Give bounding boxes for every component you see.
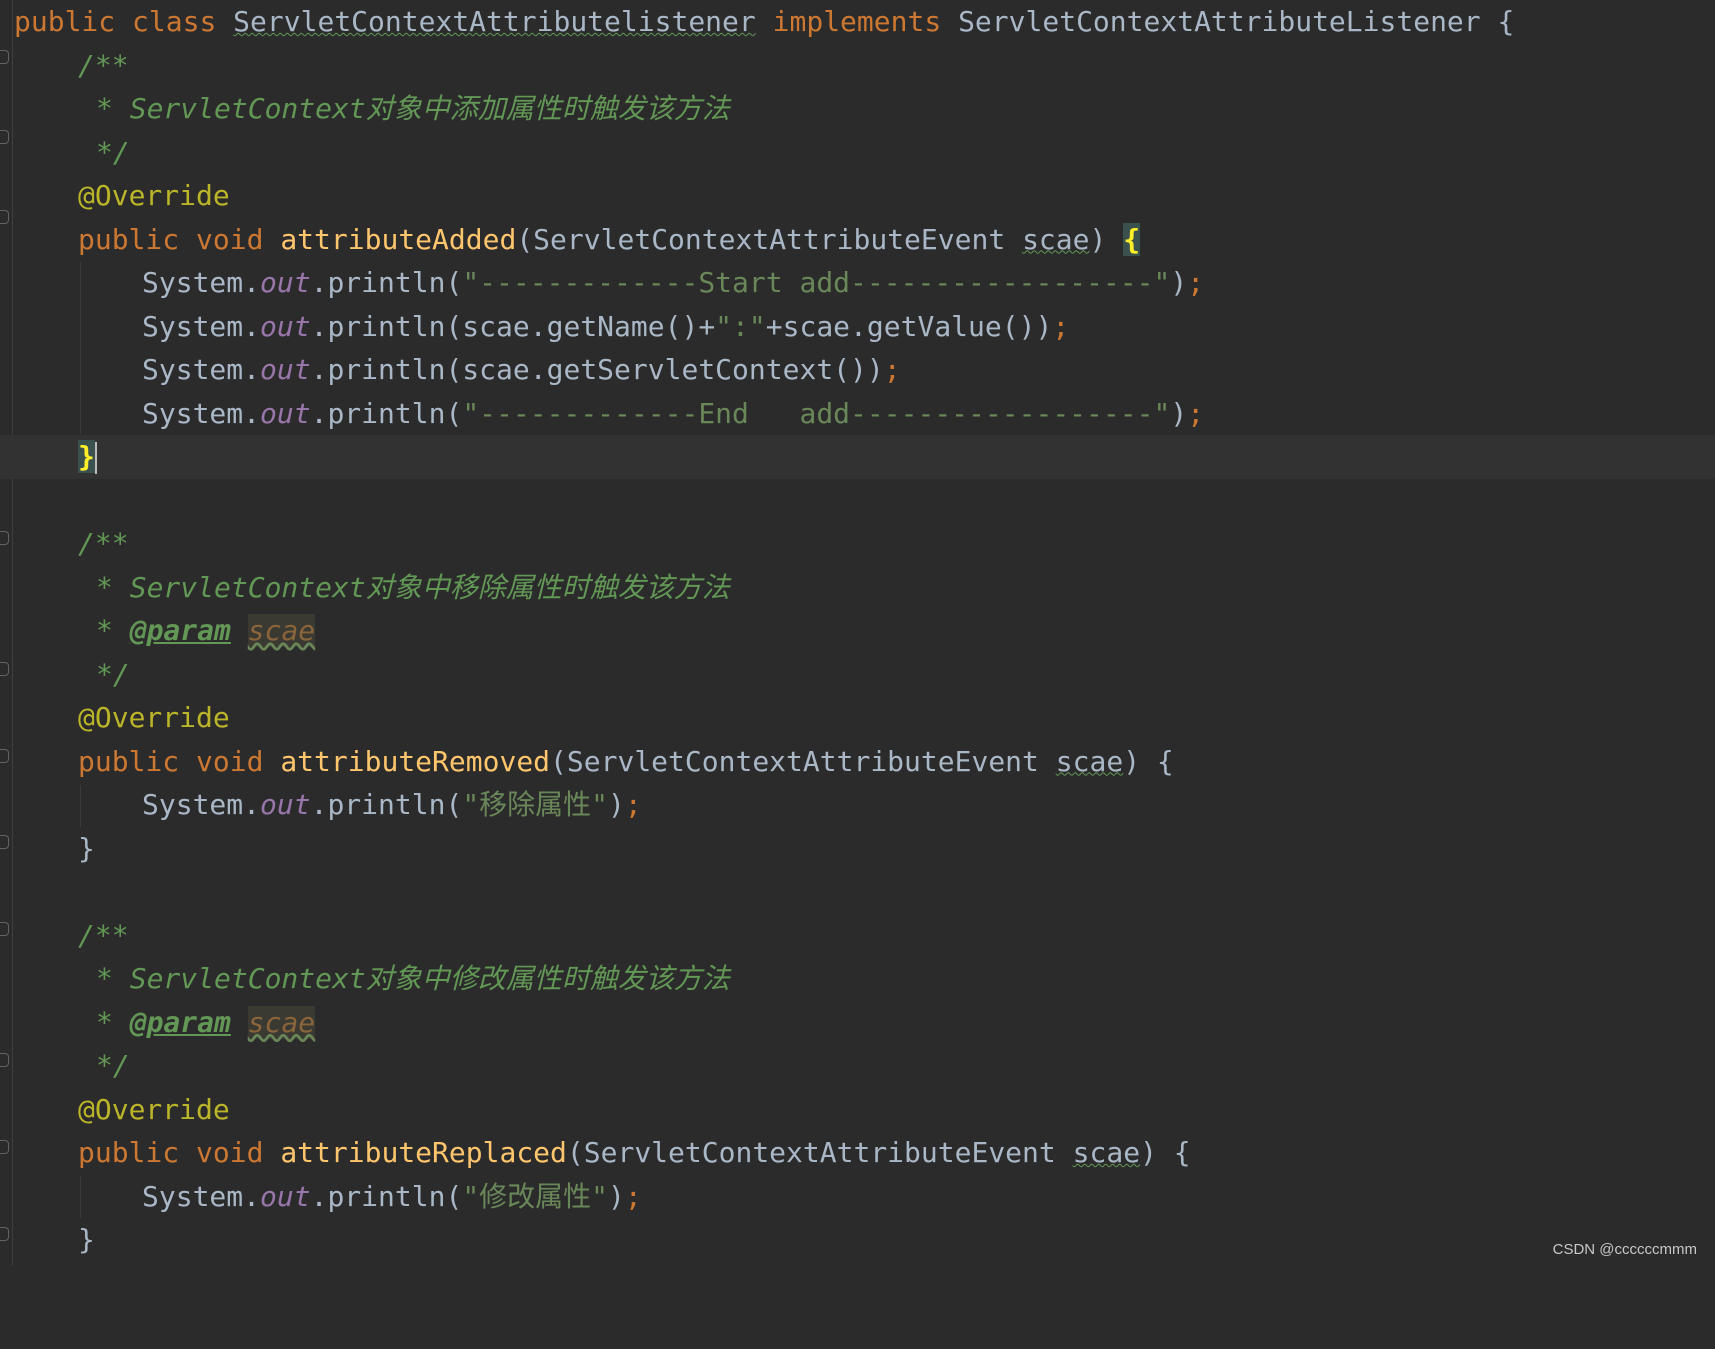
code-line[interactable]: public void attributeReplaced(ServletCon… [0,1131,1715,1175]
doc-comment-description: * ServletContext对象中添加属性时触发该方法 [96,92,730,125]
text-caret [94,442,97,474]
override-annotation: @Override [78,179,230,212]
code-line[interactable]: @Override [0,174,1715,218]
closing-brace: } [78,440,97,474]
current-line[interactable]: } [0,435,1715,479]
code-line[interactable]: /** [0,914,1715,958]
code-line[interactable]: * ServletContext对象中添加属性时触发该方法 [0,87,1715,131]
code-line[interactable]: } [0,827,1715,871]
code-line[interactable]: * @param scae [0,609,1715,653]
code-line[interactable]: public void attributeAdded(ServletContex… [0,218,1715,262]
code-line[interactable]: */ [0,131,1715,175]
code-line[interactable]: System.out.println("修改属性"); [0,1175,1715,1219]
code-line[interactable]: System.out.println("-------------End add… [0,392,1715,436]
doc-comment-close: */ [96,1049,130,1082]
matched-brace: { [1123,222,1141,256]
doc-comment-open: /** [78,527,129,560]
code-line[interactable]: * @param scae [0,1001,1715,1045]
method-name: attributeReplaced [280,1136,567,1169]
doc-comment-param: * @param scae [96,1005,316,1039]
param-name: scae [1055,744,1124,778]
doc-comment-close: */ [96,657,130,691]
interface-name: ServletContextAttributeListener [958,5,1481,38]
override-annotation: @Override [78,1092,230,1126]
code-line[interactable]: public void attributeRemoved(ServletCont… [0,740,1715,784]
code-line[interactable]: @Override [0,696,1715,740]
closing-brace: } [78,1223,95,1256]
code-line[interactable]: /** [0,522,1715,566]
code-line[interactable]: } [0,1218,1715,1262]
doc-comment-description: * ServletContext对象中修改属性时触发该方法 [96,962,730,995]
println-statement: System.out.println("-------------Start a… [142,266,1205,299]
code-line[interactable]: * ServletContext对象中移除属性时触发该方法 [0,566,1715,610]
code-line[interactable]: System.out.println(scae.getName()+":"+sc… [0,305,1715,349]
doc-comment-open: /** [78,918,129,952]
doc-comment-description: * ServletContext对象中移除属性时触发该方法 [96,570,730,604]
method-name: attributeRemoved [280,744,551,778]
code-line[interactable]: */ [0,653,1715,697]
code-line[interactable]: System.out.println("移除属性"); [0,783,1715,827]
param-name: scae [1072,1136,1141,1169]
method-name: attributeAdded [280,222,517,256]
println-statement: System.out.println("移除属性"); [142,788,642,821]
override-annotation: @Override [78,701,230,734]
param-name: scae [1022,222,1090,256]
method-signature: public void attributeAdded(ServletContex… [78,222,1141,256]
println-statement: System.out.println("-------------End add… [142,396,1205,430]
code-line[interactable]: /** [0,44,1715,88]
println-statement: System.out.println(scae.getServletContex… [142,353,901,386]
class-declaration: public class ServletContextAttributelist… [14,5,1515,38]
doc-comment-open: /** [78,48,129,82]
code-editor[interactable]: public class ServletContextAttributelist… [0,0,1715,1266]
watermark: CSDN @ccccccmmm [1552,1241,1697,1258]
code-line[interactable]: System.out.println("-------------Start a… [0,261,1715,305]
println-statement: System.out.println("修改属性"); [142,1179,642,1213]
code-line[interactable]: System.out.println(scae.getServletContex… [0,348,1715,392]
class-name: ServletContextAttributelistener [233,5,756,38]
doc-comment-close: */ [96,135,130,169]
code-line[interactable]: public class ServletContextAttributelist… [0,0,1715,44]
closing-brace: } [78,831,95,865]
println-statement: System.out.println(scae.getName()+":"+sc… [142,309,1070,343]
code-line[interactable]: */ [0,1044,1715,1088]
code-line[interactable]: @Override [0,1088,1715,1132]
code-line[interactable]: * ServletContext对象中修改属性时触发该方法 [0,957,1715,1001]
method-signature: public void attributeReplaced(ServletCon… [78,1136,1191,1169]
doc-comment-param: * @param scae [96,614,316,647]
method-signature: public void attributeRemoved(ServletCont… [78,744,1174,778]
